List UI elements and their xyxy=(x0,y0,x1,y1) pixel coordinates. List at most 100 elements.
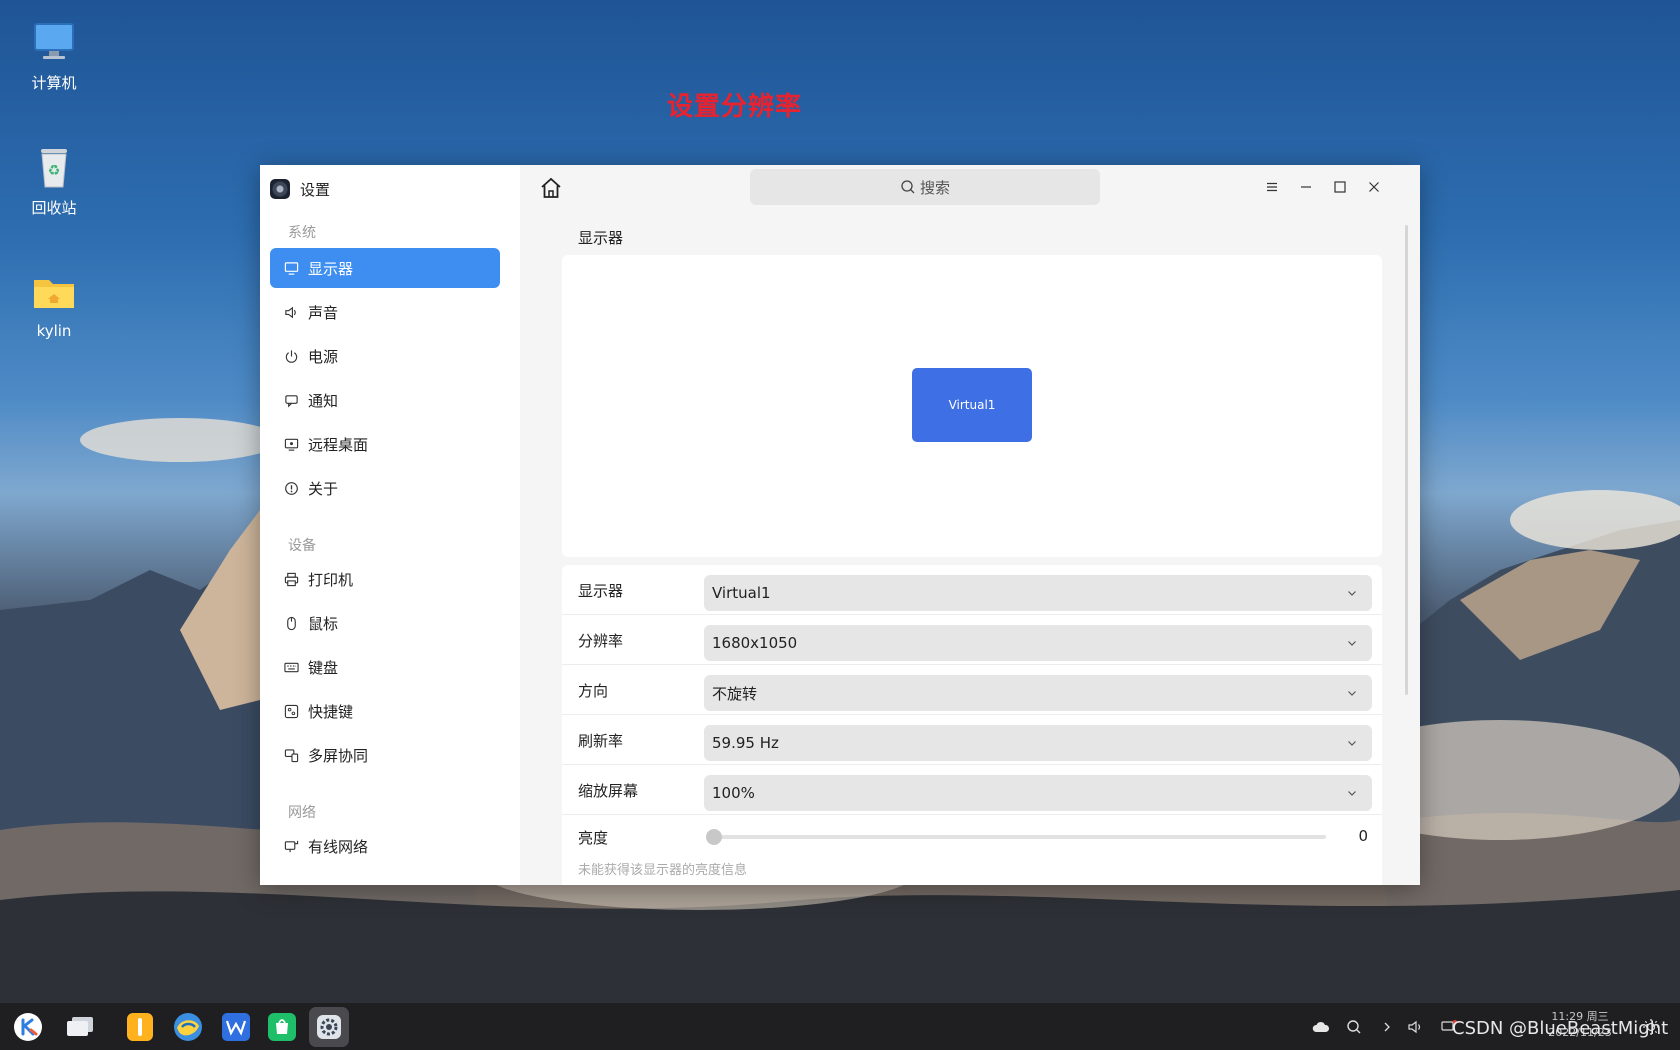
window-switcher-icon xyxy=(67,1017,93,1036)
sidebar-item-label: 快捷键 xyxy=(308,702,354,721)
section-title: 显示器 xyxy=(578,229,624,247)
row-orientation: 方向 不旋转 xyxy=(562,665,1382,715)
brightness-slider-thumb[interactable] xyxy=(706,829,722,845)
row-label: 刷新率 xyxy=(578,732,624,750)
search-icon[interactable] xyxy=(1345,1018,1363,1036)
sidebar-item-label: 键盘 xyxy=(308,658,339,677)
annotation-text: 设置分辨率 xyxy=(667,92,803,122)
wps-writer-icon xyxy=(222,1013,250,1041)
desktop-icon-trash[interactable]: ♻ 回收站 xyxy=(0,145,108,218)
sidebar-item-label: 声音 xyxy=(308,303,339,322)
brightness-hint: 未能获得该显示器的亮度信息 xyxy=(578,863,748,878)
row-scale: 缩放屏幕 100% xyxy=(562,765,1382,815)
menu-button[interactable] xyxy=(1260,175,1284,199)
desktop-icon-label: kylin xyxy=(36,322,72,340)
svg-text:♻: ♻ xyxy=(48,163,61,179)
chevron-down-icon xyxy=(1348,691,1356,696)
group-label-system: 系统 xyxy=(288,225,316,241)
sidebar-item-label: 通知 xyxy=(308,391,339,410)
search-input[interactable]: 搜索 xyxy=(750,169,1100,205)
row-resolution: 分辨率 1680x1050 xyxy=(562,615,1382,665)
chevron-down-icon xyxy=(1348,591,1356,596)
row-refresh-rate: 刷新率 59.95 Hz xyxy=(562,715,1382,765)
monitor-block-label: Virtual1 xyxy=(948,398,996,412)
mouse-icon xyxy=(284,616,299,631)
home-icon xyxy=(541,177,561,198)
sidebar-item-about[interactable]: 关于 xyxy=(270,468,500,508)
taskbar-app-settings[interactable] xyxy=(309,1007,349,1047)
monitor-arrangement-preview: Virtual1 xyxy=(562,255,1382,557)
close-button[interactable] xyxy=(1362,175,1386,199)
desktop-icon-computer[interactable]: 计算机 xyxy=(0,20,108,93)
cloud-icon[interactable] xyxy=(1312,1018,1330,1036)
refresh-rate-select[interactable]: 59.95 Hz xyxy=(704,725,1372,761)
watermark: CSDN @BlueBeastMight xyxy=(1452,1018,1669,1039)
desktop-icon-label: 回收站 xyxy=(31,199,77,217)
monitor-block-virtual1[interactable]: Virtual1 xyxy=(912,368,1032,442)
scale-select[interactable]: 100% xyxy=(704,775,1372,811)
sidebar-item-power[interactable]: 电源 xyxy=(270,336,500,376)
sidebar-item-keyboard[interactable]: 键盘 xyxy=(270,647,500,687)
resolution-select[interactable]: 1680x1050 xyxy=(704,625,1372,661)
taskbar-app-browser[interactable] xyxy=(172,1011,204,1043)
start-menu-button[interactable] xyxy=(12,1011,44,1043)
sidebar-item-label: 电源 xyxy=(308,347,339,366)
multitask-view-button[interactable] xyxy=(64,1011,96,1043)
printer-icon xyxy=(284,572,299,587)
search-icon xyxy=(901,180,915,194)
folder-icon xyxy=(31,270,77,316)
sidebar-item-notification[interactable]: 通知 xyxy=(270,380,500,420)
taskbar-app-software-store[interactable] xyxy=(266,1011,298,1043)
taskbar-app-wps[interactable] xyxy=(220,1011,252,1043)
orientation-select[interactable]: 不旋转 xyxy=(704,675,1372,711)
row-label: 缩放屏幕 xyxy=(578,782,639,800)
scrollbar[interactable] xyxy=(1405,225,1408,695)
sidebar-item-remote-desktop[interactable]: 远程桌面 xyxy=(270,424,500,464)
taskbar-app-file-manager[interactable] xyxy=(124,1011,156,1043)
sidebar-item-printer[interactable]: 打印机 xyxy=(270,559,500,599)
row-label: 显示器 xyxy=(578,582,624,600)
row-brightness: 亮度 0 未能获得该显示器的亮度信息 xyxy=(562,815,1382,885)
sidebar-item-shortcuts[interactable]: 快捷键 xyxy=(270,691,500,731)
desktop-icon-label: 计算机 xyxy=(31,74,77,92)
settings-window: 设置 系统 显示器 声音 电源 通知 远程桌面 关于 设备 打印机 鼠标 键盘 … xyxy=(260,165,1420,885)
select-value: 100% xyxy=(712,784,755,802)
sidebar-item-label: 打印机 xyxy=(308,570,354,589)
group-label-network: 网络 xyxy=(288,805,316,821)
computer-icon xyxy=(31,20,77,66)
sidebar-item-label: 有线网络 xyxy=(308,837,369,856)
minimize-icon xyxy=(1301,186,1311,188)
maximize-button[interactable] xyxy=(1328,175,1352,199)
home-button[interactable] xyxy=(538,175,564,201)
hamburger-menu-icon xyxy=(1267,182,1277,192)
sidebar-item-sound[interactable]: 声音 xyxy=(270,292,500,332)
sidebar-item-wired-network[interactable]: 有线网络 xyxy=(270,826,500,866)
sidebar-item-label: 鼠标 xyxy=(308,614,339,633)
power-icon xyxy=(284,349,299,364)
settings-gear-icon xyxy=(317,1015,341,1039)
browser-icon xyxy=(174,1013,202,1041)
desktop-icon-home-folder[interactable]: kylin xyxy=(0,270,108,340)
close-icon xyxy=(1369,182,1379,192)
select-value: 不旋转 xyxy=(712,684,758,703)
kylin-logo-icon xyxy=(14,1013,42,1041)
speaker-icon xyxy=(284,305,299,320)
sidebar-item-multi-screen[interactable]: 多屏协同 xyxy=(270,735,500,775)
sidebar-item-display[interactable]: 显示器 xyxy=(270,248,500,288)
taskbar: 11:29 周三 2022/11/23 xyxy=(0,1003,1680,1050)
minimize-button[interactable] xyxy=(1294,175,1318,199)
brightness-slider-track[interactable] xyxy=(706,835,1326,839)
group-label-devices: 设备 xyxy=(288,538,316,554)
sidebar-item-mouse[interactable]: 鼠标 xyxy=(270,603,500,643)
display-select[interactable]: Virtual1 xyxy=(704,575,1372,611)
row-label: 方向 xyxy=(578,682,609,700)
chevron-right-icon[interactable] xyxy=(1378,1018,1396,1036)
remote-desktop-icon xyxy=(284,437,299,452)
trash-icon: ♻ xyxy=(31,145,77,191)
info-icon xyxy=(284,481,299,496)
row-label: 分辨率 xyxy=(578,632,624,650)
shortcut-icon xyxy=(284,704,299,719)
volume-icon[interactable] xyxy=(1407,1018,1425,1036)
main-panel: 搜索 显示器 Virtual1 显示器 Virtual1 分辨率 1680x10… xyxy=(520,165,1420,885)
select-value: 59.95 Hz xyxy=(712,734,779,752)
